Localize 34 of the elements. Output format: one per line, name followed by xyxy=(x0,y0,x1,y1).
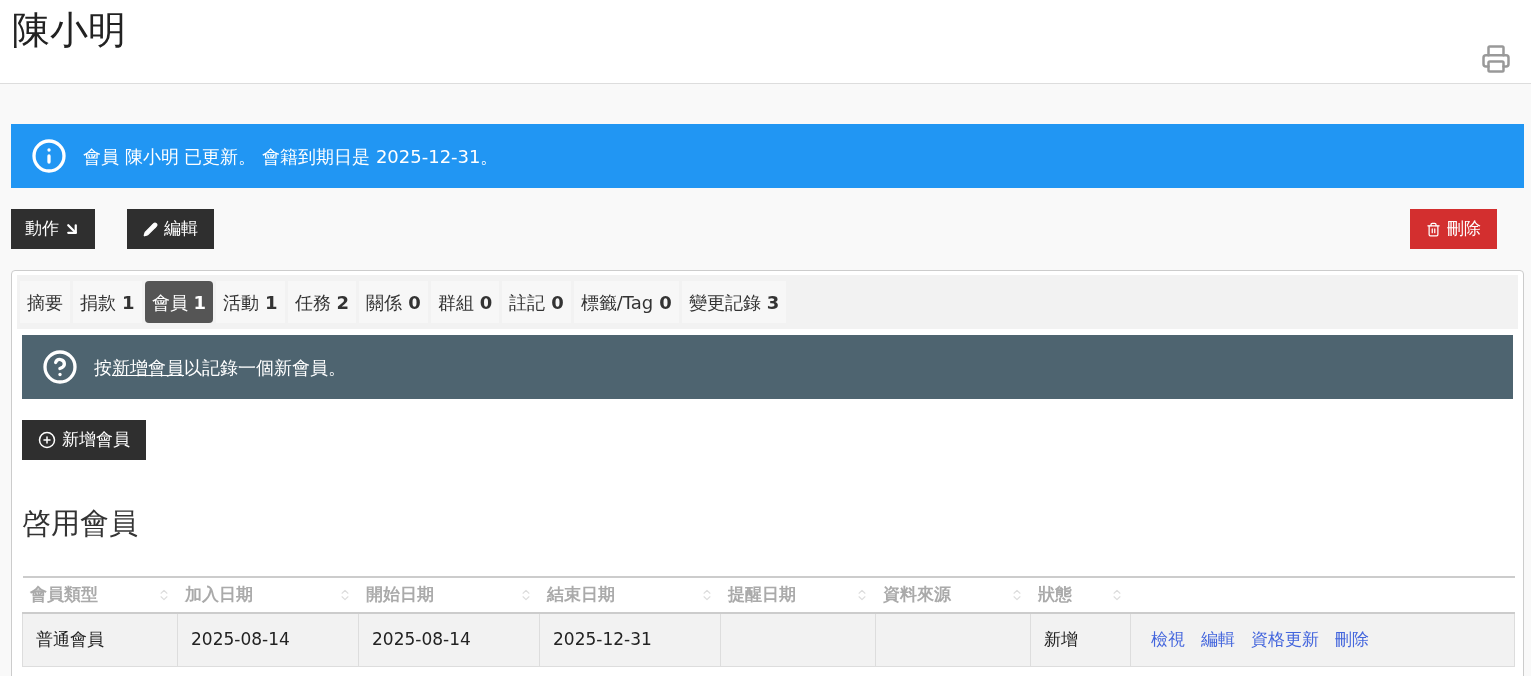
add-membership-link[interactable]: 新增會員 xyxy=(112,356,184,378)
tab[interactable]: 摘要 xyxy=(20,281,70,323)
tab[interactable]: 活動 1 xyxy=(216,281,285,323)
pencil-icon xyxy=(143,221,158,237)
table-cell: 普通會員 xyxy=(36,629,104,649)
tab[interactable]: 捐款 1 xyxy=(73,281,142,323)
question-icon xyxy=(42,349,78,385)
info-icon xyxy=(31,138,67,174)
row-action-link[interactable]: 資格更新 xyxy=(1251,627,1319,653)
page-title: 陳小明 xyxy=(12,7,126,54)
row-action-link[interactable]: 編輯 xyxy=(1201,627,1235,653)
plus-circle-icon xyxy=(38,431,56,449)
help-message: 按新增會員以記錄一個新會員。 xyxy=(94,355,346,380)
tab[interactable]: 變更記錄 3 xyxy=(681,281,787,323)
print-icon[interactable] xyxy=(1481,44,1511,74)
add-membership-button[interactable]: 新增會員 xyxy=(22,420,146,460)
table-cell: 2025-08-14 xyxy=(191,629,290,649)
delete-button[interactable]: 刪除 xyxy=(1410,209,1497,249)
row-action-link[interactable]: 刪除 xyxy=(1335,627,1369,653)
tab[interactable]: 註記 0 xyxy=(502,281,571,323)
table-cell: 2025-08-14 xyxy=(372,629,471,649)
alert-message: 會員 陳小明 已更新。 會籍到期日是 2025-12-31。 xyxy=(83,144,499,169)
table-cell: 2025-12-31 xyxy=(553,629,652,649)
actions-menu-button[interactable]: 動作 xyxy=(11,209,95,249)
section-title: 啓用會員 xyxy=(22,505,139,542)
tab[interactable]: 標籤/Tag 0 xyxy=(573,281,679,323)
tab[interactable]: 任務 2 xyxy=(287,281,357,323)
table-cell: 新增 xyxy=(1044,629,1078,649)
tab[interactable]: 群組 0 xyxy=(430,281,500,323)
row-action-link[interactable]: 檢視 xyxy=(1151,627,1185,653)
tab[interactable]: 會員 1 xyxy=(144,281,214,323)
tab[interactable]: 關係 0 xyxy=(359,281,428,323)
edit-button[interactable]: 編輯 xyxy=(127,209,214,249)
trash-icon xyxy=(1426,221,1441,237)
